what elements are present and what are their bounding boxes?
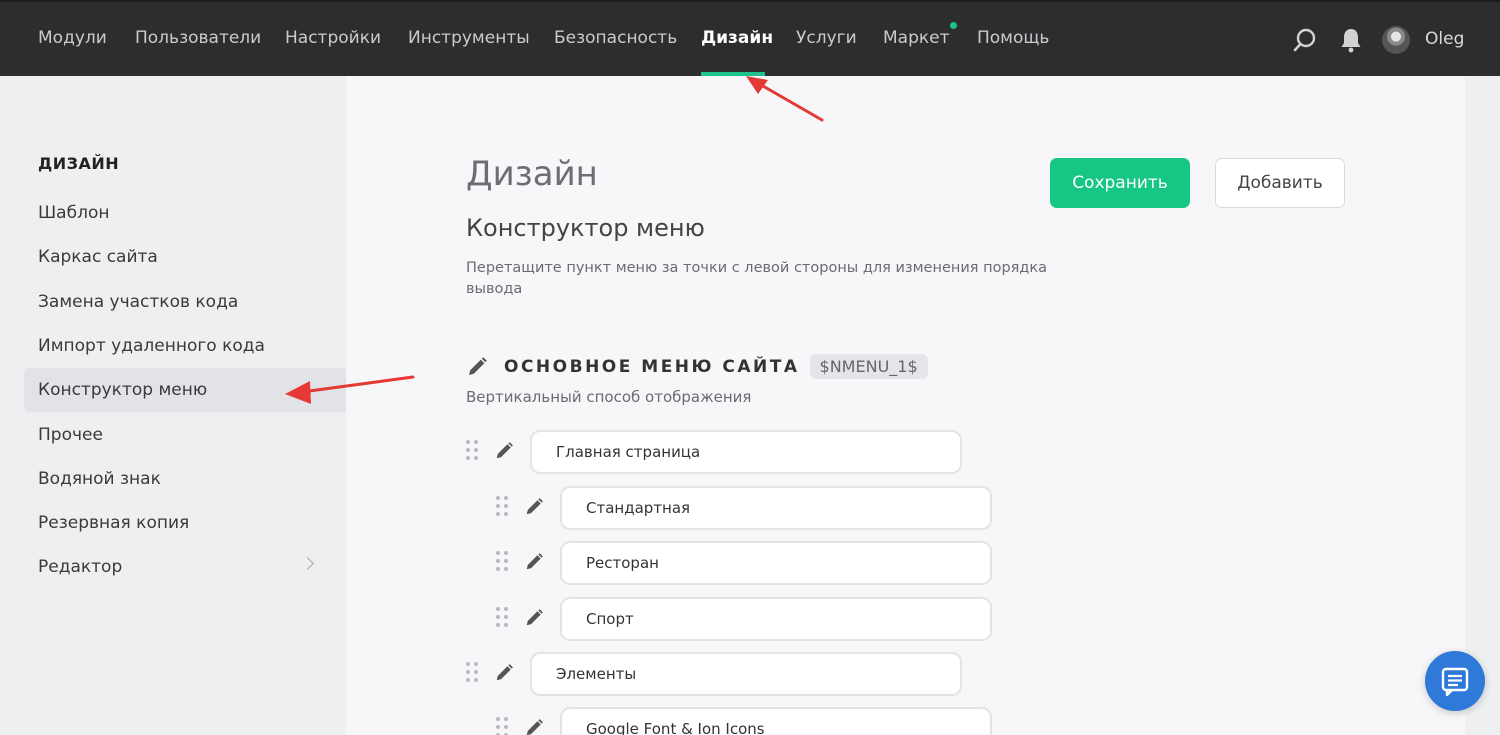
sidebar-item-label: Прочее [38, 425, 103, 445]
menu-item-field[interactable] [530, 652, 962, 696]
section-description: Перетащите пункт меню за точки с левой с… [466, 260, 1048, 297]
pencil-icon[interactable] [524, 552, 544, 572]
sidebar-item-watermark[interactable]: Водяной знак [24, 457, 346, 501]
sidebar-item-label: Редактор [38, 557, 123, 577]
drag-handle-icon[interactable] [496, 717, 510, 735]
page-title: Дизайн [466, 154, 598, 194]
menu-item-field[interactable] [530, 430, 962, 474]
menu-item-row [496, 597, 996, 641]
sidebar-item-menu-builder[interactable]: Конструктор меню [24, 368, 346, 412]
sidebar-item-label: Замена участков кода [38, 292, 239, 312]
drag-handle-icon[interactable] [496, 496, 510, 520]
search-icon[interactable] [1292, 27, 1318, 53]
sidebar-item-backup[interactable]: Резервная копия [24, 501, 346, 545]
sidebar-item-label: Конструктор меню [38, 380, 208, 400]
section-title: Конструктор меню [466, 214, 705, 242]
sidebar-item-remote-import[interactable]: Импорт удаленного кода [24, 324, 346, 368]
drag-handle-icon[interactable] [466, 440, 480, 464]
sidebar-item-label: Шаблон [38, 203, 110, 223]
sidebar-item-label: Каркас сайта [38, 247, 158, 267]
menu-item-field[interactable] [560, 707, 992, 735]
right-gutter [1465, 76, 1500, 735]
sidebar: ДИЗАЙН Шаблон Каркас сайта Замена участк… [0, 76, 346, 735]
sidebar-item-other[interactable]: Прочее [24, 413, 346, 457]
menu-name: ОСНОВНОЕ МЕНЮ САЙТА [504, 356, 800, 377]
drag-handle-icon[interactable] [496, 607, 510, 631]
nav-item-design[interactable]: Дизайн [701, 28, 773, 48]
sidebar-title: ДИЗАЙН [38, 154, 120, 173]
menu-item-row [496, 486, 996, 530]
drag-handle-icon[interactable] [466, 662, 480, 686]
pencil-icon[interactable] [524, 718, 544, 735]
bell-icon[interactable] [1339, 27, 1363, 53]
chevron-right-icon [301, 557, 314, 570]
menu-item-row [466, 430, 966, 474]
nav-item-users[interactable]: Пользователи [135, 28, 261, 48]
sidebar-item-template[interactable]: Шаблон [24, 191, 346, 235]
pencil-icon[interactable] [466, 356, 488, 378]
nav-item-modules[interactable]: Модули [38, 28, 107, 48]
avatar[interactable] [1382, 26, 1410, 54]
menu-code-badge: $NMENU_1$ [809, 354, 928, 379]
menu-item-field[interactable] [560, 597, 992, 641]
nav-item-help[interactable]: Помощь [977, 28, 1049, 48]
chat-icon [1441, 667, 1469, 697]
pencil-icon[interactable] [524, 497, 544, 517]
pencil-icon[interactable] [524, 608, 544, 628]
nav-item-market[interactable]: Маркет [883, 28, 950, 48]
save-button[interactable]: Сохранить [1050, 158, 1190, 208]
menu-item-row [496, 541, 996, 585]
add-button[interactable]: Добавить [1215, 158, 1345, 208]
sidebar-item-code-replace[interactable]: Замена участков кода [24, 280, 346, 324]
menu-item-field[interactable] [560, 541, 992, 585]
top-navbar: Модули Пользователи Настройки Инструмент… [0, 0, 1500, 76]
menu-heading: ОСНОВНОЕ МЕНЮ САЙТА $NMENU_1$ [466, 354, 928, 379]
nav-item-services[interactable]: Услуги [796, 28, 857, 48]
menu-item-field[interactable] [560, 486, 992, 530]
menu-display-type: Вертикальный способ отображения [466, 388, 752, 406]
nav-item-settings[interactable]: Настройки [285, 28, 381, 48]
menu-item-row [466, 652, 966, 696]
sidebar-item-label: Водяной знак [38, 469, 161, 489]
sidebar-item-editor[interactable]: Редактор [24, 545, 346, 589]
sidebar-item-label: Резервная копия [38, 513, 190, 533]
sidebar-item-label: Импорт удаленного кода [38, 336, 265, 356]
user-name[interactable]: Oleg [1425, 29, 1464, 49]
nav-item-security[interactable]: Безопасность [554, 28, 677, 48]
chat-button[interactable] [1425, 651, 1485, 711]
sidebar-item-site-frame[interactable]: Каркас сайта [24, 235, 346, 279]
pencil-icon[interactable] [494, 663, 514, 683]
drag-handle-icon[interactable] [496, 551, 510, 575]
nav-item-tools[interactable]: Инструменты [408, 28, 530, 48]
pencil-icon[interactable] [494, 441, 514, 461]
notification-dot [950, 22, 957, 29]
menu-item-row [496, 707, 996, 735]
